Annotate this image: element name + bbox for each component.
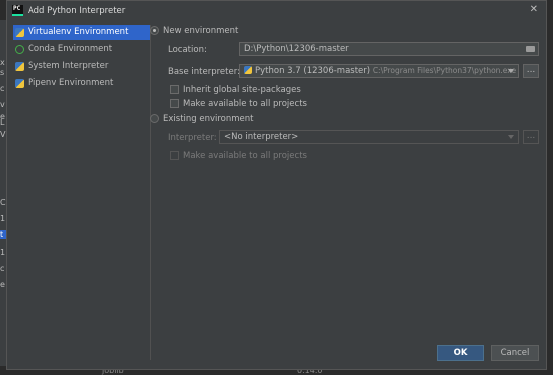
sidebar-item-label: System Interpreter — [28, 61, 109, 71]
background-text: C — [0, 198, 6, 207]
chevron-down-icon — [508, 69, 514, 73]
background-text: e — [0, 280, 5, 289]
background-text: c — [0, 264, 5, 273]
background-text: 1 — [0, 248, 6, 257]
base-interpreter-value: Python 3.7 (12306-master) — [255, 66, 371, 76]
background-text: v — [0, 100, 5, 109]
folder-icon[interactable] — [526, 46, 535, 52]
new-environment-label: New environment — [163, 26, 239, 36]
existing-make-available-checkbox[interactable] — [170, 151, 179, 160]
dialog-title: Add Python Interpreter — [28, 6, 126, 16]
make-available-checkbox[interactable] — [170, 99, 179, 108]
make-available-label: Make available to all projects — [183, 99, 307, 109]
python-icon — [244, 66, 252, 74]
python-icon — [15, 79, 24, 88]
sidebar-item-label: Virtualenv Environment — [28, 27, 129, 37]
location-label: Location: — [168, 45, 207, 55]
interpreter-value: <No interpreter> — [224, 132, 299, 142]
sidebar-item-pipenv[interactable]: Pipenv Environment — [13, 76, 150, 91]
background-text: 1 — [0, 214, 6, 223]
sidebar-item-virtualenv[interactable]: Virtualenv Environment — [13, 25, 150, 40]
base-interpreter-path: C:\Program Files\Python37\python.exe — [372, 66, 517, 75]
python-icon — [15, 28, 24, 37]
location-value: D:\Python\12306-master — [244, 44, 349, 54]
existing-environment-radio[interactable] — [150, 114, 159, 123]
background-text: x — [0, 58, 5, 67]
add-python-interpreter-dialog: PC Add Python Interpreter ✕ Virtualenv E… — [6, 0, 547, 370]
inherit-site-packages-label: Inherit global site-packages — [183, 85, 301, 95]
existing-make-available-label: Make available to all projects — [183, 151, 307, 161]
existing-environment-label: Existing environment — [163, 114, 254, 124]
ok-button[interactable]: OK — [437, 345, 484, 361]
interpreter-dropdown[interactable]: <No interpreter> — [219, 130, 519, 144]
sidebar-item-conda[interactable]: Conda Environment — [13, 42, 150, 57]
interpreter-browse-button[interactable]: ... — [523, 130, 539, 144]
dialog-titlebar: PC Add Python Interpreter ✕ — [7, 1, 546, 21]
sidebar-item-label: Pipenv Environment — [28, 78, 114, 88]
chevron-down-icon — [508, 135, 514, 139]
background-text: V — [0, 130, 6, 139]
cancel-button[interactable]: Cancel — [491, 345, 539, 361]
background-text: L — [0, 118, 5, 127]
close-icon[interactable]: ✕ — [530, 4, 538, 15]
base-interpreter-dropdown[interactable]: Python 3.7 (12306-master) C:\Program Fil… — [239, 64, 519, 78]
python-icon — [15, 62, 24, 71]
background-text: c — [0, 84, 5, 93]
conda-icon — [15, 45, 24, 54]
environment-type-list: Virtualenv Environment Conda Environment… — [13, 25, 151, 360]
sidebar-item-label: Conda Environment — [28, 44, 113, 54]
base-interpreter-browse-button[interactable]: ... — [523, 64, 539, 78]
pycharm-logo-icon: PC — [12, 5, 23, 16]
background-text: s — [0, 68, 5, 77]
new-environment-radio[interactable] — [150, 26, 159, 35]
interpreter-label: Interpreter: — [168, 133, 217, 143]
inherit-site-packages-checkbox[interactable] — [170, 85, 179, 94]
location-field[interactable]: D:\Python\12306-master — [239, 42, 539, 56]
sidebar-item-system[interactable]: System Interpreter — [13, 59, 150, 74]
base-interpreter-label: Base interpreter: — [168, 67, 240, 77]
